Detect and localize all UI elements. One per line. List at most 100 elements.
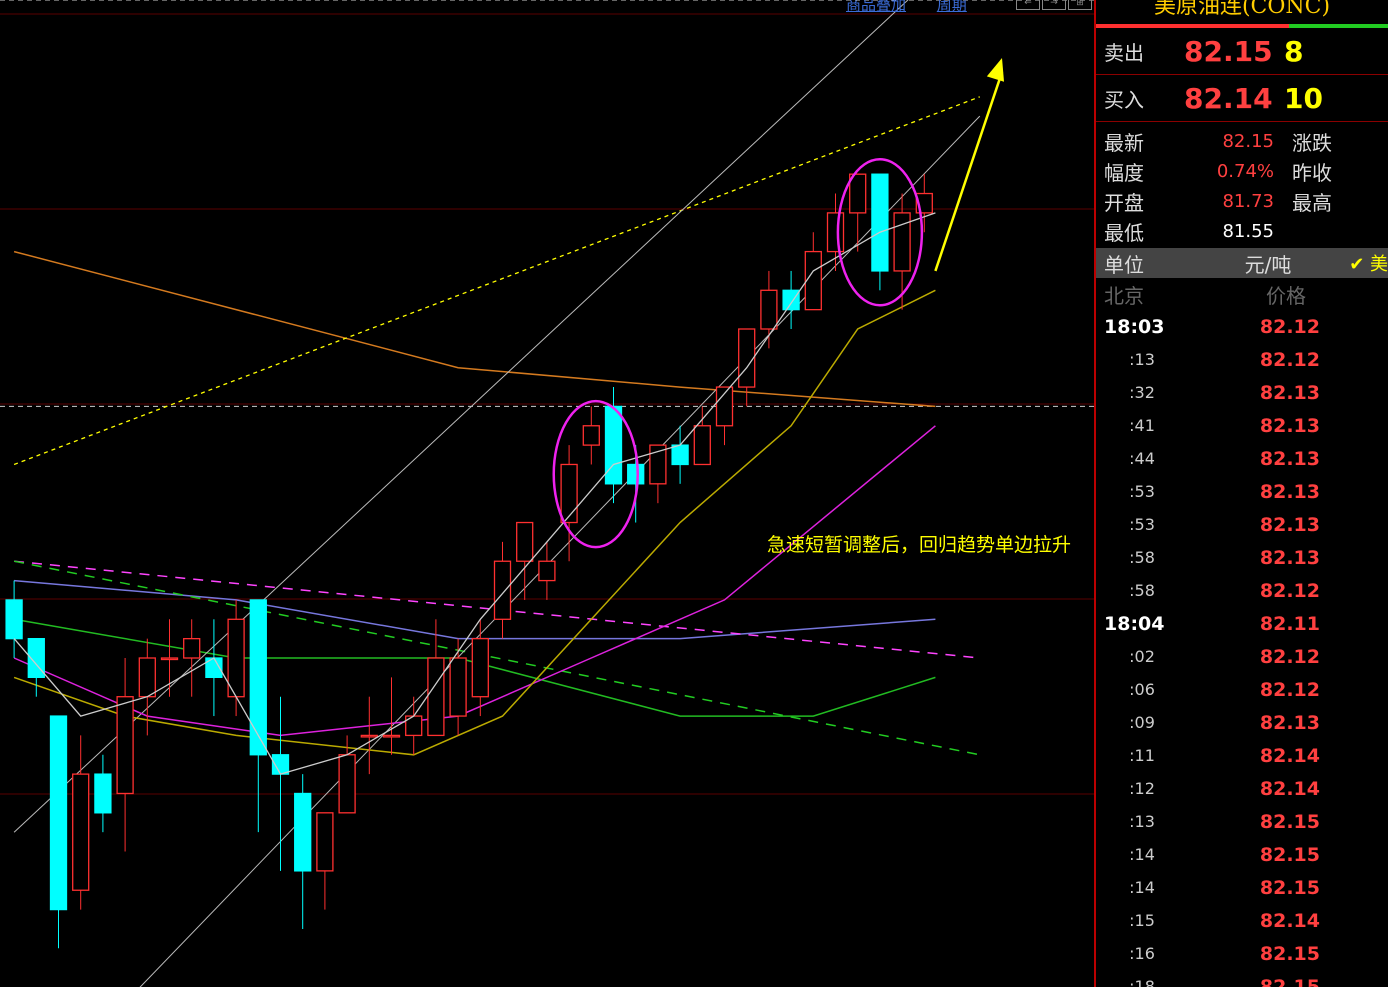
sell-row: 卖出 82.15 8 xyxy=(1096,28,1388,75)
tick-header-price: 价格 xyxy=(1266,283,1306,308)
candle-body xyxy=(427,657,445,737)
buy-row: 买入 82.14 10 xyxy=(1096,75,1388,122)
candle-body xyxy=(183,637,201,659)
stats-block: 最新 82.15 涨跌 幅度 0.74% 昨收 开盘 81.73 最高 最低 8… xyxy=(1096,122,1388,246)
tick-price: 82.15 xyxy=(1259,876,1320,899)
candle-body xyxy=(49,715,68,911)
candle-body xyxy=(516,521,534,562)
orange-moving-average xyxy=(13,250,936,408)
tick-row: :13 82.15 xyxy=(1096,805,1388,838)
tick-price: 82.12 xyxy=(1259,645,1320,668)
instrument-title: 美原油连(CONC) xyxy=(1153,0,1331,19)
candle-body xyxy=(893,212,911,272)
tick-time: :06 xyxy=(1129,680,1155,699)
trend-arrow-shaft xyxy=(934,71,1004,272)
tick-row: :53 82.13 xyxy=(1096,508,1388,541)
tick-price: 82.14 xyxy=(1259,909,1320,932)
tick-time: :44 xyxy=(1129,449,1155,468)
candle-body xyxy=(604,405,623,485)
tick-time: :16 xyxy=(1129,944,1155,963)
tick-price: 82.14 xyxy=(1259,777,1320,800)
tick-time: 18:04 xyxy=(1104,612,1165,635)
nav-prev-button[interactable]: ← xyxy=(1016,0,1040,10)
candle-body xyxy=(138,657,156,698)
tick-row: :13 82.12 xyxy=(1096,343,1388,376)
tick-time: :15 xyxy=(1129,911,1155,930)
buy-price: 82.14 xyxy=(1184,81,1273,115)
tick-price: 82.13 xyxy=(1259,381,1320,404)
tick-price: 82.13 xyxy=(1259,513,1320,536)
stat-row: 开盘 81.73 最高 xyxy=(1096,186,1388,216)
tick-time: :09 xyxy=(1129,713,1155,732)
tick-row: :58 82.13 xyxy=(1096,541,1388,574)
candle-body xyxy=(160,657,179,661)
check-icon[interactable]: ✔ 美 xyxy=(1349,250,1388,276)
tick-row: :14 82.15 xyxy=(1096,871,1388,904)
candle-body xyxy=(94,773,112,814)
tick-price: 82.12 xyxy=(1259,579,1320,602)
stat-value: 0.74% xyxy=(1216,160,1274,182)
candle-body xyxy=(849,173,867,214)
tick-price: 82.13 xyxy=(1259,480,1320,503)
candle-body xyxy=(72,773,90,891)
tick-row: :32 82.13 xyxy=(1096,376,1388,409)
candle-body xyxy=(671,444,689,466)
overlay-link[interactable]: 商品叠加 xyxy=(846,0,906,14)
candle-body xyxy=(826,212,845,253)
tick-time: :53 xyxy=(1129,482,1155,501)
stat-value: 81.55 xyxy=(1222,220,1274,242)
tick-time: :13 xyxy=(1129,350,1155,369)
candle-body xyxy=(560,463,578,524)
tick-price: 82.13 xyxy=(1259,546,1320,569)
tick-price: 82.13 xyxy=(1259,414,1320,437)
stat-label-secondary: 最高 xyxy=(1292,190,1332,215)
candle-body xyxy=(804,250,822,311)
candle-body xyxy=(227,618,245,698)
nav-expand-button[interactable]: ⊞ xyxy=(1068,0,1092,10)
chart-annotation: 急速短暂调整后，回归趋势单边拉升 xyxy=(767,534,1072,556)
candle-body xyxy=(249,599,267,756)
unit-label: 单位 xyxy=(1104,252,1144,277)
tick-row: 18:03 82.12 xyxy=(1096,310,1388,343)
candle-body xyxy=(294,792,312,872)
stat-label-secondary: 涨跌 xyxy=(1292,130,1332,155)
stat-value: 82.15 xyxy=(1222,130,1274,152)
tick-time: :14 xyxy=(1129,845,1155,864)
tick-price: 82.12 xyxy=(1259,348,1320,371)
candle-body xyxy=(316,812,334,872)
candlestick-chart-area: 商品叠加 周期 ← → ⊞ 急速短暂调整后，回归趋势单边拉升 xyxy=(0,0,1094,987)
tick-time: :02 xyxy=(1129,647,1155,666)
tick-price: 82.13 xyxy=(1259,711,1320,734)
tick-time: :53 xyxy=(1129,515,1155,534)
candle-body xyxy=(538,560,556,582)
tick-time: 18:03 xyxy=(1104,315,1165,338)
candle-body xyxy=(871,173,889,272)
stat-label-secondary: 昨收 xyxy=(1292,160,1332,185)
tick-row: :15 82.14 xyxy=(1096,904,1388,937)
stat-row: 最新 82.15 涨跌 xyxy=(1096,126,1388,156)
tick-price: 82.15 xyxy=(1259,942,1320,965)
channel-upper-line xyxy=(13,0,909,833)
tick-header: 北京 价格 xyxy=(1096,278,1388,310)
buy-label: 买入 xyxy=(1104,87,1144,112)
trend-arrow-head xyxy=(986,58,1005,82)
resistance-dotted-line xyxy=(13,96,981,466)
candle-body xyxy=(382,734,401,738)
candle-body xyxy=(493,560,512,620)
tick-row: :18 82.15 xyxy=(1096,970,1388,987)
unit-row[interactable]: 单位 元/吨 ✔ 美 xyxy=(1096,248,1388,278)
tick-price: 82.12 xyxy=(1259,315,1320,338)
candle-body xyxy=(738,328,756,388)
nav-buttons: ← → ⊞ xyxy=(1016,0,1092,10)
tick-list[interactable]: 18:03 82.12 :13 82.12 :32 82.13:41 82.13 :44 82.… xyxy=(1096,310,1388,987)
stat-row: 最低 81.55 xyxy=(1096,216,1388,246)
nav-next-button[interactable]: → xyxy=(1042,0,1066,10)
stat-value: 81.73 xyxy=(1222,190,1274,212)
tick-row: :41 82.13 xyxy=(1096,409,1388,442)
period-link[interactable]: 周期 xyxy=(937,0,967,14)
tick-row: :12 82.14 xyxy=(1096,772,1388,805)
candle-body xyxy=(360,734,378,738)
title-bar xyxy=(1096,24,1388,28)
tick-price: 82.15 xyxy=(1259,975,1320,987)
sell-label: 卖出 xyxy=(1104,40,1144,65)
